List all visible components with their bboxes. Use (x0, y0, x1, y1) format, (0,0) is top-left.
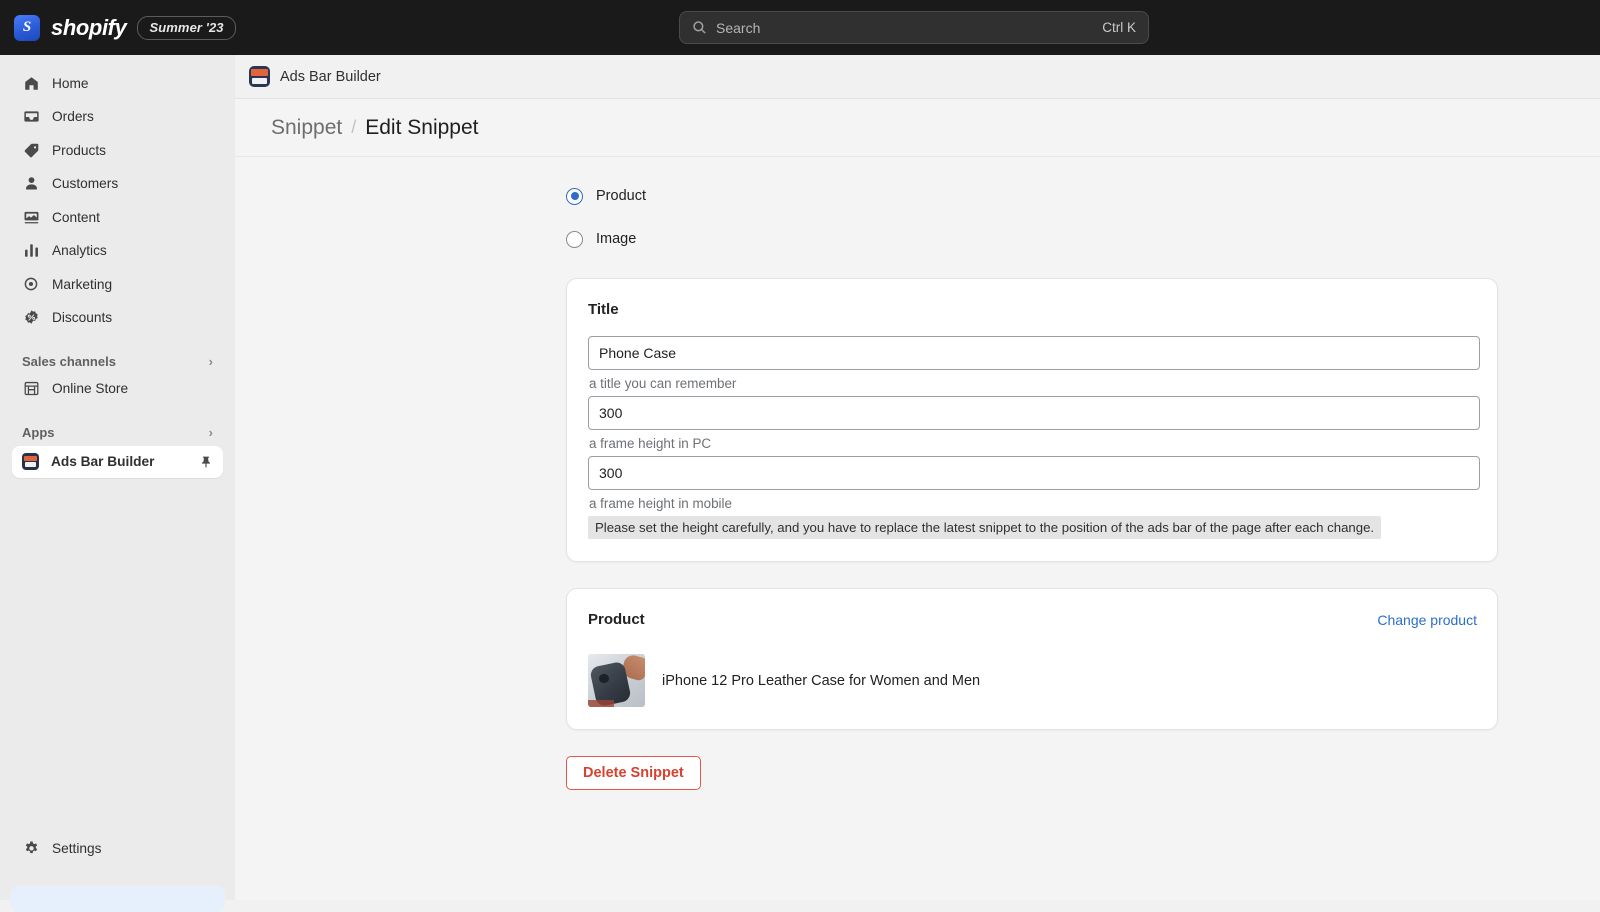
sidebar-item-home[interactable]: Home (12, 69, 223, 97)
sidebar-item-label: Analytics (52, 243, 107, 258)
breadcrumb-parent-link[interactable]: Snippet (271, 116, 342, 140)
delete-snippet-button[interactable]: Delete Snippet (566, 756, 701, 790)
top-bar: S shopify Summer '23 Search Ctrl K (0, 0, 1600, 55)
radio-button-product[interactable] (566, 187, 583, 205)
breadcrumb-separator: / (351, 117, 357, 137)
sidebar-item-label: Content (52, 209, 100, 225)
tag-icon (22, 141, 40, 159)
pc-height-input[interactable]: 300 (588, 396, 1480, 430)
sidebar-item-settings[interactable]: Settings (12, 834, 223, 862)
sidebar-item-discounts[interactable]: Discounts (12, 304, 223, 332)
sidebar-item-products[interactable]: Products (12, 136, 223, 164)
sales-channels-label: Sales channels (22, 353, 116, 369)
ads-bar-builder-app-icon (22, 453, 39, 470)
sidebar-item-label: Products (52, 142, 107, 158)
sidebar-item-label: Discounts (52, 310, 113, 325)
shopify-brand[interactable]: S shopify Summer '23 (0, 14, 236, 41)
product-name: iPhone 12 Pro Leather Case for Women and… (662, 672, 981, 689)
product-card-header: Product Change product (588, 611, 1477, 628)
title-input-value: Phone Case (599, 345, 677, 361)
app-header-title: Ads Bar Builder (280, 68, 381, 85)
search-input[interactable]: Search (716, 20, 1102, 36)
orders-icon (22, 108, 40, 126)
app-header: Ads Bar Builder (235, 55, 1600, 99)
target-icon (22, 275, 40, 293)
source-type-radio-group: Product Image (566, 185, 1498, 250)
season-badge: Summer '23 (137, 15, 236, 40)
selected-product-row[interactable]: iPhone 12 Pro Leather Case for Women and… (588, 654, 1477, 707)
gear-icon (22, 839, 40, 857)
radio-option-image[interactable]: Image (566, 228, 1498, 250)
bar-chart-icon (22, 242, 40, 260)
title-input-help: a title you can remember (589, 376, 737, 391)
search-icon (692, 20, 707, 35)
sidebar-item-marketing[interactable]: Marketing (12, 270, 223, 298)
radio-option-product[interactable]: Product (566, 185, 1498, 207)
ads-bar-builder-app-icon (249, 66, 270, 87)
mobile-height-input-value: 300 (599, 465, 623, 481)
shopify-logo-letter: S (22, 19, 32, 35)
sidebar-item-label: Orders (52, 109, 94, 124)
search-bar[interactable]: Search Ctrl K (679, 11, 1149, 44)
sidebar-item-online-store[interactable]: Online Store (12, 375, 223, 403)
store-icon (22, 380, 40, 398)
sidebar-item-label: Customers (52, 176, 119, 191)
product-card-heading: Product (588, 611, 645, 628)
person-icon (22, 175, 40, 193)
sidebar-item-label: Marketing (52, 276, 113, 292)
sidebar-item-orders[interactable]: Orders (12, 103, 223, 131)
chevron-right-icon[interactable]: › (209, 354, 213, 369)
sidebar: Home Orders Products Customers Content A… (0, 55, 235, 912)
sidebar-item-ads-bar-builder[interactable]: Ads Bar Builder (12, 445, 223, 478)
radio-label-product: Product (596, 188, 646, 204)
sidebar-item-analytics[interactable]: Analytics (12, 237, 223, 265)
mobile-height-input[interactable]: 300 (588, 456, 1480, 490)
title-input[interactable]: Phone Case (588, 336, 1480, 370)
settings-row: Settings (0, 834, 235, 862)
pin-icon[interactable] (199, 455, 213, 469)
title-card-heading: Title (588, 301, 619, 318)
sidebar-item-label: Settings (52, 840, 102, 856)
content-icon (22, 208, 40, 226)
title-card: Title Phone Case a title you can remembe… (566, 278, 1498, 562)
sidebar-item-label: Home (52, 75, 89, 91)
pc-height-input-value: 300 (599, 405, 623, 421)
sidebar-bottom-banner[interactable] (10, 886, 225, 912)
main-content: Ads Bar Builder Snippet / Edit Snippet P… (235, 55, 1600, 900)
center-pane: Product Image Title Phone Case a title y… (566, 185, 1498, 790)
chevron-right-icon[interactable]: › (209, 425, 213, 440)
sidebar-item-customers[interactable]: Customers (12, 170, 223, 198)
shopify-logo-icon: S (14, 14, 40, 41)
sidebar-item-label: Ads Bar Builder (51, 454, 155, 469)
content-area: Product Image Title Phone Case a title y… (235, 157, 1600, 790)
sales-channels-section-header[interactable]: Sales channels › (22, 354, 213, 369)
shopify-wordmark: shopify (51, 14, 127, 40)
home-icon (22, 74, 40, 92)
apps-section-header[interactable]: Apps › (22, 425, 213, 440)
height-warning-text: Please set the height carefully, and you… (588, 516, 1382, 539)
sidebar-item-content[interactable]: Content (12, 203, 223, 231)
breadcrumb: Snippet / Edit Snippet (235, 99, 1600, 157)
radio-label-image: Image (596, 231, 637, 247)
radio-button-image[interactable] (566, 230, 583, 248)
mobile-height-input-help: a frame height in mobile (589, 496, 732, 511)
discount-icon (22, 309, 40, 327)
product-card: Product Change product iPhone 12 Pro Lea… (566, 588, 1498, 730)
apps-label: Apps (22, 424, 55, 440)
pc-height-input-help: a frame height in PC (589, 436, 712, 451)
change-product-link[interactable]: Change product (1377, 612, 1477, 628)
search-shortcut-hint: Ctrl K (1102, 20, 1136, 35)
sidebar-item-label: Online Store (52, 381, 129, 396)
product-thumbnail (588, 654, 645, 707)
page-title: Edit Snippet (365, 115, 479, 139)
